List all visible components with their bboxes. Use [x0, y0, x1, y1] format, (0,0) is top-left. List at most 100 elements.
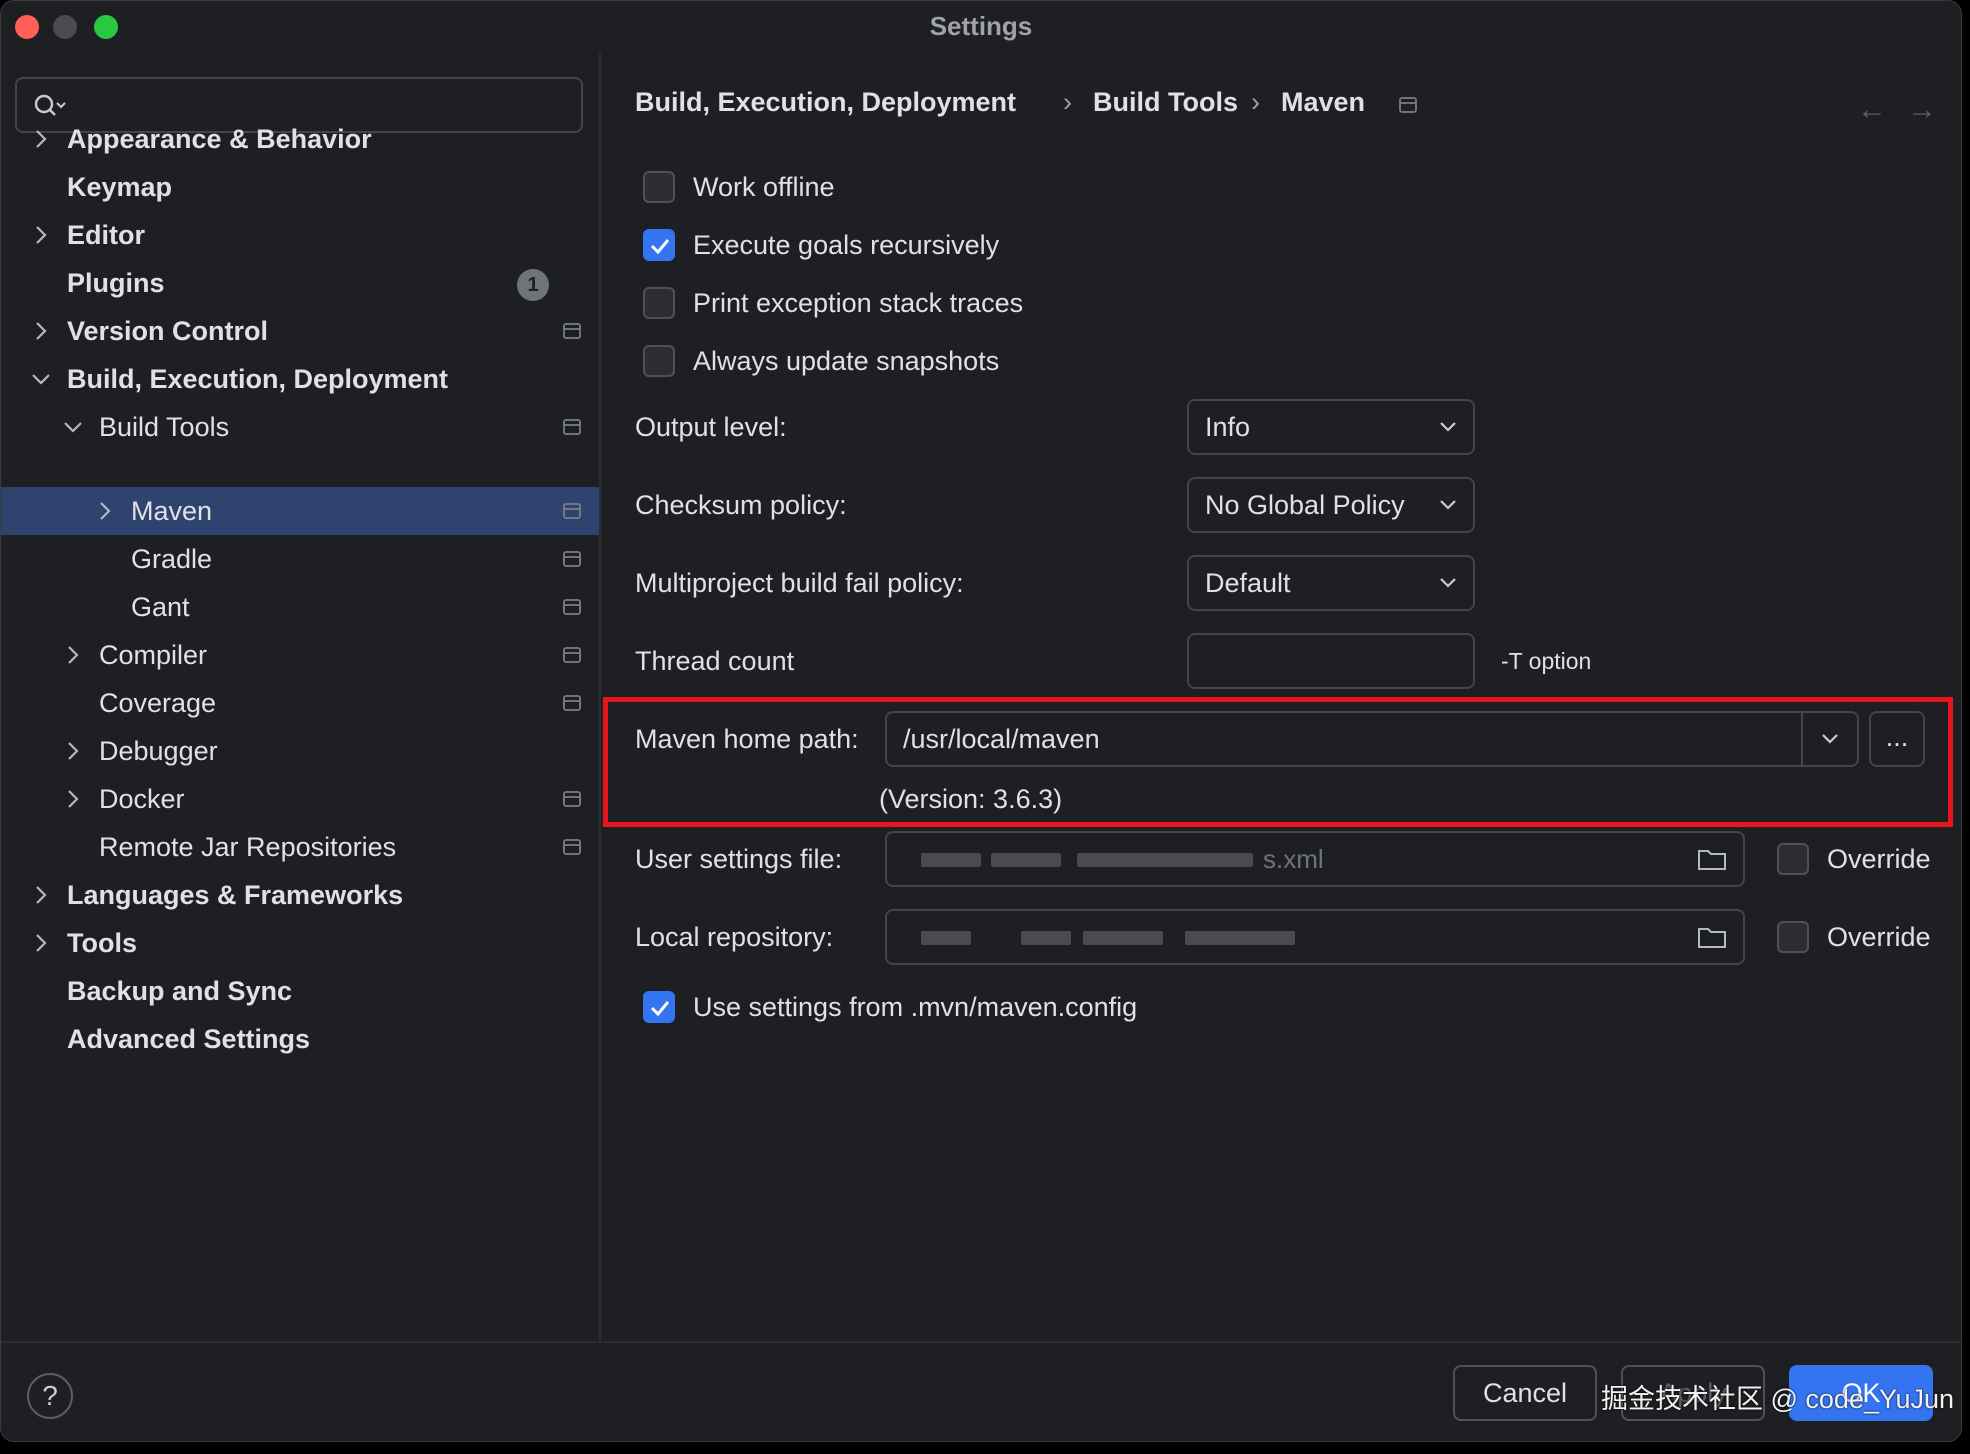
cancel-button[interactable]: Cancel — [1453, 1365, 1597, 1421]
sidebar-item-editor[interactable]: Editor — [1, 211, 599, 259]
chevron-right-icon — [36, 934, 47, 952]
chevron-right-icon — [36, 130, 47, 148]
sidebar-item-label: Editor — [67, 220, 145, 250]
print-exception-checkbox[interactable] — [643, 287, 675, 319]
multiproject-fail-policy-dropdown[interactable]: Default — [1187, 555, 1475, 611]
settings-window: Settings Appearance & Behavior Keymap Ed… — [0, 0, 1962, 1442]
sidebar-item-appearance[interactable]: Appearance & Behavior — [1, 115, 599, 163]
folder-icon[interactable] — [1697, 847, 1727, 871]
chevron-right-icon — [36, 886, 47, 904]
sidebar-item-label: Compiler — [99, 640, 208, 670]
output-level-dropdown[interactable]: Info — [1187, 399, 1475, 455]
chevron-down-icon — [1440, 422, 1456, 432]
sidebar-item-label: Backup and Sync — [67, 976, 293, 1006]
work-offline-label: Work offline — [693, 172, 835, 202]
sidebar-item-languages-frameworks[interactable]: Languages & Frameworks — [1, 871, 599, 919]
print-exception-label: Print exception stack traces — [693, 288, 1024, 318]
user-settings-input[interactable]: s.xml — [885, 831, 1745, 887]
breadcrumb-build-tools[interactable]: Build Tools — [1093, 87, 1238, 118]
sidebar-item-compiler[interactable]: Compiler — [1, 631, 599, 679]
multiproject-fail-policy-label: Multiproject build fail policy: — [635, 568, 964, 598]
sidebar-item-docker[interactable]: Docker — [1, 775, 599, 823]
redacted-text — [1083, 931, 1163, 945]
sidebar-item-label: Coverage — [99, 688, 217, 718]
local-repository-input[interactable] — [885, 909, 1745, 965]
execute-goals-label: Execute goals recursively — [693, 230, 1000, 260]
sidebar-item-backup-sync[interactable]: Backup and Sync — [1, 967, 599, 1015]
chevron-right-icon — [68, 742, 79, 760]
breadcrumb-build-execution-deployment[interactable]: Build, Execution, Deployment — [635, 87, 1016, 118]
zoom-window-button[interactable] — [94, 15, 118, 39]
sidebar-item-plugins[interactable]: Plugins 1 — [1, 259, 599, 307]
work-offline-checkbox[interactable] — [643, 171, 675, 203]
multiproject-fail-policy-value: Default — [1205, 568, 1291, 598]
project-settings-icon — [563, 695, 581, 711]
forward-arrow-icon[interactable]: → — [1907, 93, 1937, 127]
local-repository-override-checkbox[interactable] — [1777, 921, 1809, 953]
redacted-text — [991, 853, 1061, 867]
sidebar-item-tools[interactable]: Tools — [1, 919, 599, 967]
use-settings-checkbox[interactable] — [643, 991, 675, 1023]
breadcrumb-maven: Maven — [1281, 87, 1366, 117]
sidebar-item-remote-jar-repositories[interactable]: Remote Jar Repositories — [1, 823, 599, 871]
sidebar-item-label: Gradle — [131, 544, 213, 574]
user-settings-suffix: s.xml — [1263, 844, 1324, 874]
breadcrumb-separator: › — [1063, 87, 1072, 117]
project-settings-icon — [563, 419, 581, 435]
project-settings-icon — [563, 503, 581, 519]
sidebar-item-label: Tools — [67, 928, 137, 958]
breadcrumb-separator: › — [1251, 87, 1260, 117]
help-button[interactable]: ? — [27, 1373, 73, 1419]
sidebar-item-build-execution-deployment[interactable]: Build, Execution, Deployment — [1, 355, 599, 403]
checksum-policy-dropdown[interactable]: No Global Policy — [1187, 477, 1475, 533]
checkmark-icon — [650, 1001, 670, 1017]
sidebar-item-gradle[interactable]: Gradle — [1, 535, 599, 583]
override-label: Override — [1827, 922, 1931, 952]
sidebar-item-build-tools[interactable]: Build Tools — [1, 403, 599, 451]
close-window-button[interactable] — [15, 15, 39, 39]
settings-sidebar: Appearance & Behavior Keymap Editor Plug… — [1, 53, 601, 1341]
output-level-value: Info — [1205, 412, 1251, 442]
checksum-policy-value: No Global Policy — [1205, 490, 1405, 520]
back-arrow-icon[interactable]: ← — [1857, 93, 1887, 127]
sidebar-item-keymap[interactable]: Keymap — [1, 163, 599, 211]
chevron-down-icon — [64, 422, 82, 433]
sidebar-item-coverage[interactable]: Coverage — [1, 679, 599, 727]
project-settings-icon — [563, 647, 581, 663]
sidebar-item-maven[interactable]: Maven — [1, 487, 599, 535]
sidebar-item-version-control[interactable]: Version Control — [1, 307, 599, 355]
thread-count-hint: -T option — [1501, 648, 1592, 674]
minimize-window-button[interactable] — [53, 15, 77, 39]
thread-count-input[interactable] — [1187, 633, 1475, 689]
sidebar-item-label: Appearance & Behavior — [67, 124, 372, 154]
sidebar-item-label: Advanced Settings — [67, 1024, 311, 1054]
sidebar-item-label: Build Tools — [99, 412, 230, 442]
redacted-text — [1021, 931, 1071, 945]
project-settings-icon — [563, 551, 581, 567]
sidebar-item-debugger[interactable]: Debugger — [1, 727, 599, 775]
user-settings-override-checkbox[interactable] — [1777, 843, 1809, 875]
always-update-checkbox[interactable] — [643, 345, 675, 377]
execute-goals-checkbox[interactable] — [643, 229, 675, 261]
folder-icon[interactable] — [1697, 925, 1727, 949]
sidebar-item-label: Languages & Frameworks — [67, 880, 404, 910]
chevron-right-icon — [68, 790, 79, 808]
watermark-text: 掘金技术社区 @ code_YuJun — [1601, 1384, 1955, 1414]
chevron-down-icon — [32, 374, 50, 385]
redacted-text — [1185, 931, 1295, 945]
chevron-down-icon — [1440, 500, 1456, 510]
sidebar-item-advanced-settings[interactable]: Advanced Settings — [1, 1015, 599, 1063]
project-settings-icon — [563, 791, 581, 807]
chevron-right-icon — [100, 502, 111, 520]
sidebar-item-gant[interactable]: Gant — [1, 583, 599, 631]
dialog-footer: ? Cancel Apply OK 掘金技术社区 @ code_YuJun — [1, 1341, 1961, 1441]
redacted-text — [921, 853, 981, 867]
sidebar-item-label: Gant — [131, 592, 190, 622]
checkmark-icon — [650, 239, 670, 255]
redacted-text — [921, 931, 971, 945]
sidebar-item-label: Version Control — [67, 316, 269, 346]
checksum-policy-label: Checksum policy: — [635, 490, 847, 520]
output-level-label: Output level: — [635, 412, 787, 442]
project-settings-icon — [1399, 97, 1417, 113]
sidebar-item-label: Remote Jar Repositories — [99, 832, 397, 862]
